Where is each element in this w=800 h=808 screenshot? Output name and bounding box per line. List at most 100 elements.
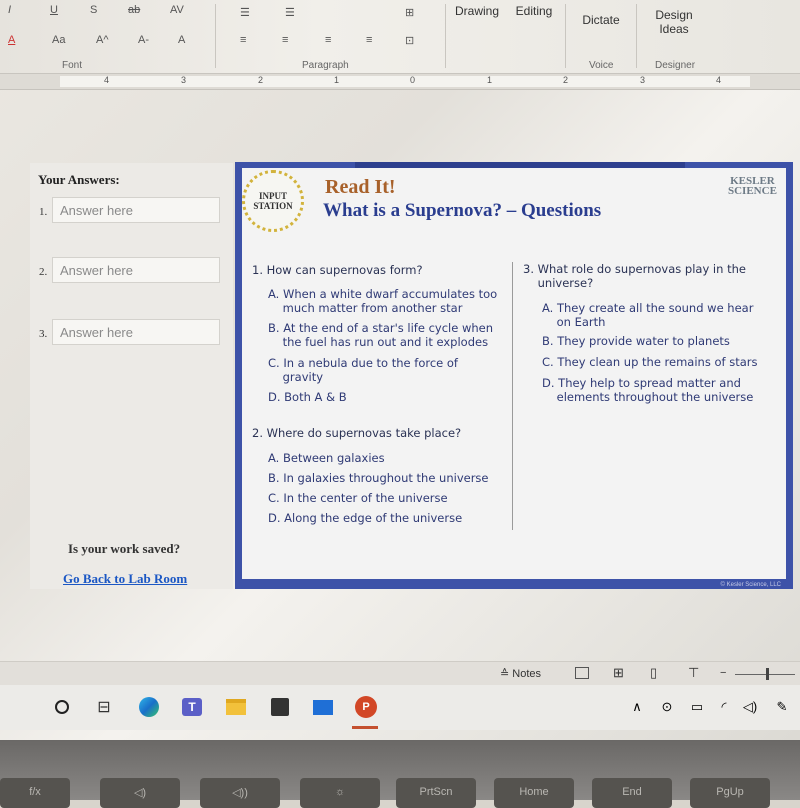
normal-view-icon[interactable] [575,667,589,679]
question-1-option-d: D. Both A & B [268,390,347,404]
answer-3-input[interactable]: Answer here [52,319,220,345]
drawing-button[interactable]: Drawing [455,4,499,18]
key-f4: ☼ [300,778,380,808]
strikethrough-button[interactable]: ab [128,4,140,16]
status-bar: ≙ Notes ⊞ ▯ ⊤ − [0,661,800,685]
designer-group-label: Designer [655,60,696,71]
zoom-slider[interactable] [735,674,795,675]
input-station-badge: INPUT STATION [242,170,304,232]
font-group-label: Font [62,60,83,71]
question-1-option-b: B. At the end of a star's life cycle whe… [268,321,494,349]
file-explorer-icon[interactable] [224,695,248,719]
battery-icon[interactable]: ▭ [685,695,709,719]
align-center-icon[interactable]: ≡ [282,34,288,46]
ruler-tick: 2 [258,75,264,85]
zoom-slider-thumb[interactable] [766,668,769,680]
decrease-font-button[interactable]: A- [138,34,149,46]
mail-icon[interactable] [311,695,335,719]
character-spacing-button[interactable]: AV [170,4,184,16]
key-f2: ◁) [100,778,180,808]
show-hidden-icons[interactable]: ∧ [625,695,649,719]
smartart-icon[interactable]: ⊡ [405,34,414,47]
divider [445,4,446,68]
design-ideas-button[interactable]: Design Ideas [650,8,698,36]
notes-button[interactable]: ≙ Notes [500,667,541,680]
answers-panel [30,163,233,589]
ruler-tick: 2 [563,75,569,85]
answers-heading: Your Answers: [38,172,120,187]
slide-title: Read It! [325,176,396,198]
shadow-button[interactable]: S [90,4,97,16]
volume-icon[interactable]: ◁) [738,695,762,719]
dictate-button[interactable]: Dictate [578,13,624,27]
ribbon: I U S ab AV A Aa A^ A- A Font ☰ ☰ ≡ ≡ ≡ … [0,0,800,74]
question-3-option-c: C. They clean up the remains of stars [542,355,758,369]
clear-formatting-button[interactable]: A [178,34,185,46]
store-icon[interactable] [268,695,292,719]
ruler-tick: 3 [640,75,646,85]
font-color-button[interactable]: A [8,34,15,46]
bullets-icon[interactable]: ☰ [240,6,250,19]
teams-icon[interactable]: T [180,695,204,719]
divider [636,4,637,68]
question-2: 2. Where do supernovas take place? [252,426,462,440]
ruler-tick: 4 [104,75,110,85]
voice-group-label: Voice [589,60,614,71]
copyright: © Kesler Science, LLC [720,582,781,588]
answer-2-input[interactable]: Answer here [52,257,220,283]
italic-button[interactable]: I [8,4,11,16]
ruler-tick: 1 [487,75,493,85]
align-right-icon[interactable]: ≡ [325,34,331,46]
question-3: 3. What role do supernovas play in the u… [523,262,746,290]
active-app-indicator [352,726,378,729]
question-3-option-b: B. They provide water to planets [542,334,730,348]
question-3-option-d: D. They help to spread matter and elemen… [542,376,754,404]
answer-number: 1. [39,206,48,218]
back-to-lab-link[interactable]: Go Back to Lab Room [63,571,187,587]
ruler-tick: 1 [334,75,340,85]
question-1-option-c: C. In a nebula due to the force of gravi… [268,356,458,384]
question-2-option-a: A. Between galaxies [268,451,385,465]
key-f3: ◁)) [200,778,280,808]
zoom-out-button[interactable]: − [720,667,726,679]
answer-1-input[interactable]: Answer here [52,197,220,223]
question-2-option-d: D. Along the edge of the universe [268,511,463,525]
question-2-option-b: B. In galaxies throughout the universe [268,471,489,485]
columns-icon[interactable]: ⊞ [405,6,414,19]
ruler: 4 3 2 1 0 1 2 3 4 [0,74,800,90]
question-2-option-c: C. In the center of the universe [268,491,448,505]
pen-icon[interactable]: ✎ [770,695,794,719]
task-view-icon[interactable]: ⊟ [92,695,116,719]
taskbar: ⊟ T P ∧ ⊙ ▭ ◜ ◁) ✎ [0,685,800,730]
key-home: Home [494,778,574,808]
key-pgup: PgUp [690,778,770,808]
answer-number: 3. [39,328,48,340]
question-1: 1. How can supernovas form? [252,263,423,277]
editing-button[interactable]: Editing [513,4,555,18]
justify-icon[interactable]: ≡ [366,34,372,46]
slideshow-icon[interactable]: ⊤ [688,665,699,681]
slide-subtitle: What is a Supernova? – Questions [323,200,602,221]
key-f1: f/x [0,778,70,808]
answer-number: 2. [39,266,48,278]
wifi-icon[interactable]: ◜ [712,695,736,719]
align-left-icon[interactable]: ≡ [240,34,246,46]
question-3-option-a: A. They create all the sound we hear on … [542,301,754,329]
paragraph-group-label: Paragraph [302,60,349,71]
change-case-button[interactable]: Aa [52,34,65,46]
increase-font-button[interactable]: A^ [96,34,109,46]
keyboard: f/x ◁) ◁)) ☼ PrtScn Home End PgUp [0,740,800,808]
powerpoint-icon[interactable]: P [354,695,378,719]
reading-view-icon[interactable]: ▯ [650,665,657,681]
key-prtscn: PrtScn [396,778,476,808]
underline-button[interactable]: U [50,4,58,16]
slide-sorter-icon[interactable]: ⊞ [613,665,624,681]
search-icon[interactable] [50,695,74,719]
numbering-icon[interactable]: ☰ [285,6,295,19]
edge-icon[interactable] [137,695,161,719]
kesler-science-logo: KESLER SCIENCE [728,175,777,197]
column-divider [512,262,513,530]
saved-question: Is your work saved? [68,541,181,556]
meet-now-icon[interactable]: ⊙ [655,695,679,719]
key-end: End [592,778,672,808]
